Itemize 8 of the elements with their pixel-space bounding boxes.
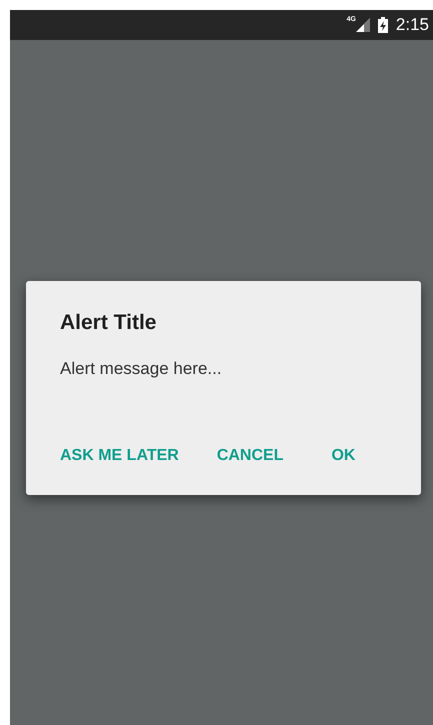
battery-charging-icon (378, 17, 388, 33)
dialog-button[interactable]: CANCEL (216, 447, 284, 465)
dialog-button[interactable]: OK (331, 447, 356, 465)
dialog-button[interactable]: ASK ME LATER (60, 447, 179, 465)
signal-icon (356, 18, 370, 32)
clock-time: 2:15 (396, 15, 429, 35)
dialog-message: Alert message here... (60, 359, 223, 379)
dialog-title: Alert Title (60, 311, 158, 335)
